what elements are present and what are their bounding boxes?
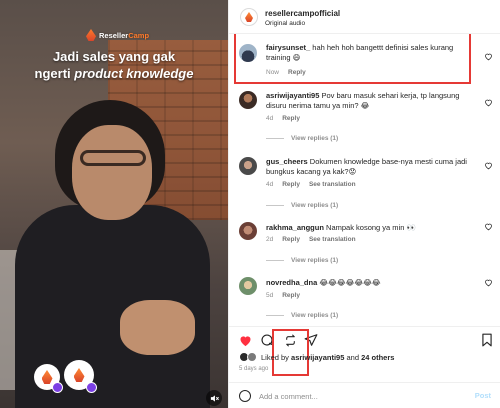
replies-divider [266, 138, 284, 139]
emoji-icon[interactable] [239, 390, 251, 402]
comment-item: rakhma_anggun Nampak kosong ya min 👀 2d … [229, 220, 500, 266]
reel-video[interactable]: ResellerCamp Jadi sales yang gak ngerti … [0, 0, 228, 408]
bookmark-icon [482, 333, 492, 347]
post-timestamp: 5 days ago [239, 366, 269, 372]
brand-name-part1: Reseller [99, 30, 129, 40]
replies-divider [266, 315, 284, 316]
presenter-glasses [80, 150, 146, 166]
comment-like-button[interactable] [484, 52, 493, 61]
liker-avatar [247, 352, 257, 362]
collab-badge-icon [86, 382, 97, 393]
flame-icon [73, 368, 85, 382]
comment-time: 5d [266, 292, 274, 299]
view-replies-button[interactable]: View replies (1) [266, 312, 338, 319]
caption-line-2: ngerti product knowledge [34, 66, 194, 81]
heart-icon [485, 99, 492, 107]
brand-name-part2: Camp [128, 30, 150, 40]
like-button[interactable] [237, 332, 253, 348]
comment-time: 4d [266, 181, 274, 188]
caption-line-1: Jadi sales yang gak [52, 49, 176, 64]
author-username[interactable]: resellercampofficial [265, 9, 340, 18]
audio-label[interactable]: Original audio [265, 20, 305, 27]
flame-icon [245, 12, 253, 22]
comment-meta: 2d Reply See translation [266, 236, 356, 243]
comments-list[interactable]: fairysunset_ hah heh hoh bangettt defini… [229, 34, 500, 326]
comment-text: asriwijayanti95 Pov baru masuk sehari ke… [266, 91, 460, 110]
commenter-avatar[interactable] [239, 91, 257, 109]
post-action-bar [229, 326, 500, 376]
comment-like-button[interactable] [484, 222, 493, 231]
comment-like-button[interactable] [484, 98, 493, 107]
heart-icon [240, 335, 250, 346]
brand-logo: ResellerCamp [86, 29, 149, 41]
commenter-username[interactable]: gus_cheers [266, 157, 308, 166]
liker-username[interactable]: asriwijayanti95 [291, 353, 344, 362]
comment-item: novredha_dna 😂😂😂😂😂😂😂 5d Reply View repli… [229, 275, 500, 325]
commenter-username[interactable]: novredha_dna [266, 278, 317, 287]
reply-button[interactable]: Reply [282, 115, 300, 122]
comment-meta: 5d Reply [266, 292, 300, 299]
commenter-avatar[interactable] [239, 277, 257, 295]
see-translation-button[interactable]: See translation [309, 236, 356, 243]
view-replies-button[interactable]: View replies (1) [266, 202, 338, 209]
save-button[interactable] [479, 332, 495, 348]
reply-button[interactable]: Reply [282, 292, 300, 299]
comment-like-button[interactable] [484, 161, 493, 170]
caption-emphasis: product knowledge [74, 66, 194, 81]
post-header: resellercampofficial Original audio [229, 0, 500, 34]
presenter-face [72, 125, 152, 220]
highlight-box [234, 34, 471, 84]
collab-avatar-2[interactable] [64, 360, 97, 393]
mute-button[interactable] [206, 390, 222, 406]
heart-icon [485, 53, 492, 61]
commenter-avatar[interactable] [239, 157, 257, 175]
comment-meta: 4d Reply [266, 115, 300, 122]
collab-badge-icon [52, 382, 63, 393]
flame-icon [86, 29, 96, 41]
replies-divider [266, 205, 284, 206]
reply-button[interactable]: Reply [282, 181, 300, 188]
replies-divider [266, 260, 284, 261]
commenter-username[interactable]: rakhma_anggun [266, 223, 324, 232]
author-avatar[interactable] [240, 8, 258, 26]
comment-time: 4d [266, 115, 274, 122]
see-translation-button[interactable]: See translation [309, 181, 356, 188]
comment-text: gus_cheers Dokumen knowledge base-nya me… [266, 157, 467, 176]
add-comment-bar: Post [229, 382, 500, 408]
comment-time: 2d [266, 236, 274, 243]
presenter-hand [120, 300, 195, 355]
heart-icon [485, 223, 492, 231]
comment-input[interactable] [259, 389, 459, 403]
video-caption: Jadi sales yang gak ngerti product knowl… [0, 48, 228, 82]
likes-summary[interactable]: Liked by asriwijayanti95 and 24 others [239, 352, 394, 362]
collab-avatar-1[interactable] [34, 364, 63, 393]
mute-icon [210, 394, 219, 402]
post-comment-button[interactable]: Post [475, 391, 491, 400]
comment-text: novredha_dna 😂😂😂😂😂😂😂 [266, 278, 381, 287]
post-side-panel: resellercampofficial Original audio fair… [228, 0, 500, 408]
view-replies-button[interactable]: View replies (1) [266, 135, 338, 142]
likes-others[interactable]: 24 others [361, 353, 394, 362]
heart-icon [485, 279, 492, 287]
comment-text: rakhma_anggun Nampak kosong ya min 👀 [266, 223, 416, 232]
view-replies-button[interactable]: View replies (1) [266, 257, 338, 264]
reply-button[interactable]: Reply [282, 236, 300, 243]
comment-item: gus_cheers Dokumen knowledge base-nya me… [229, 154, 500, 210]
comment-like-button[interactable] [484, 278, 493, 287]
heart-icon [485, 162, 492, 170]
commenter-avatar[interactable] [239, 222, 257, 240]
commenter-username[interactable]: asriwijayanti95 [266, 91, 319, 100]
flame-icon [41, 370, 53, 384]
comment-item: asriwijayanti95 Pov baru masuk sehari ke… [229, 88, 500, 144]
comment-meta: 4d Reply See translation [266, 181, 356, 188]
